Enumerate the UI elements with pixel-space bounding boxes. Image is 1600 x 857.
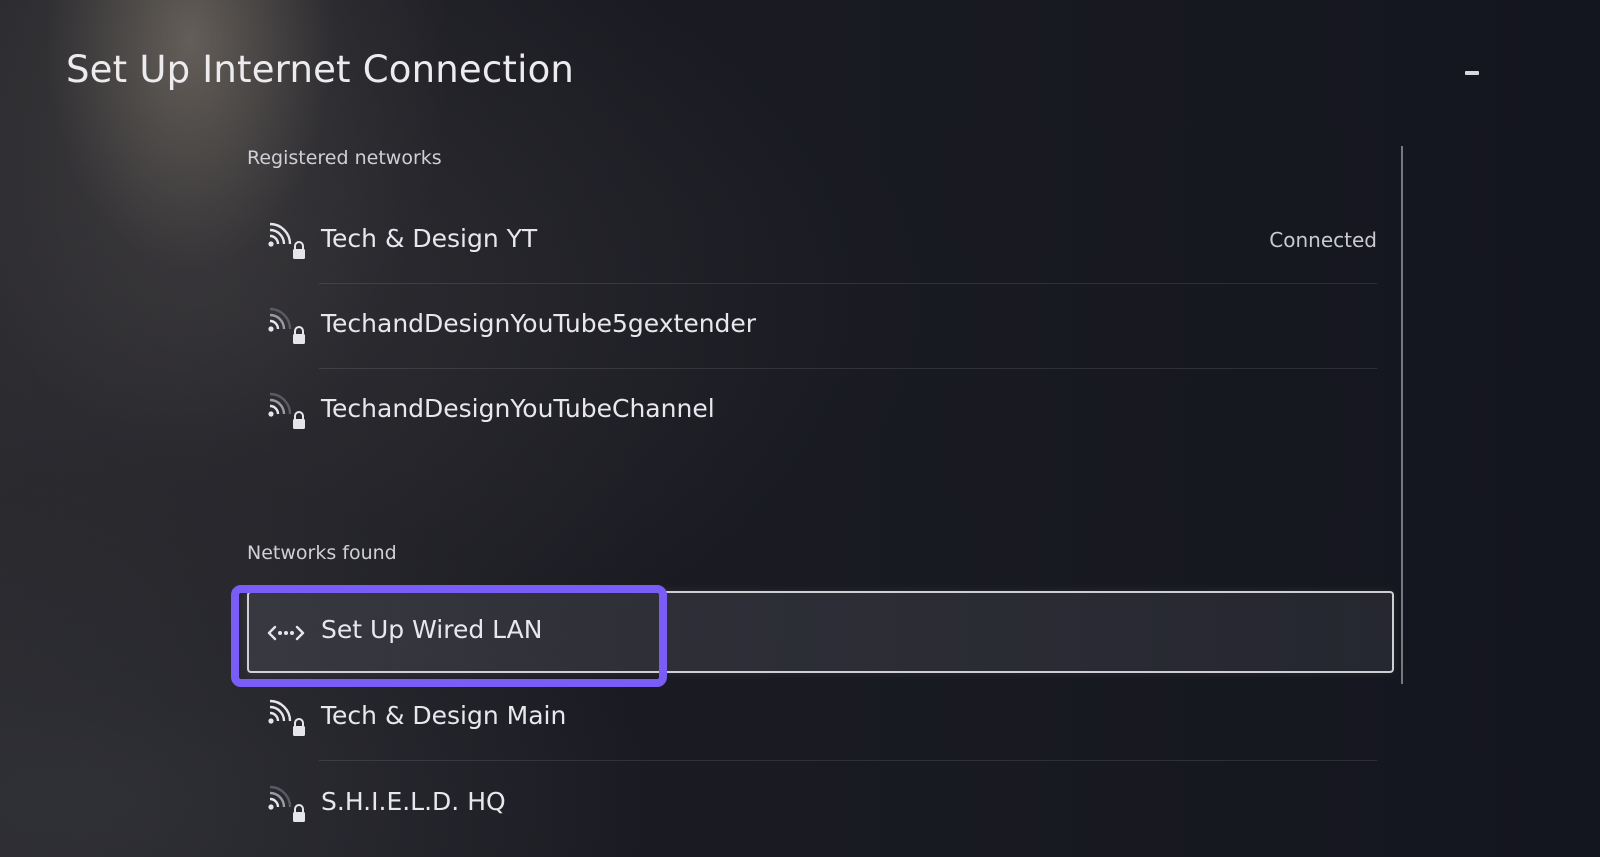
wifi-locked-icon <box>267 785 305 825</box>
network-item-registered-1[interactable]: Tech & Design YT Connected <box>247 200 1377 284</box>
network-item-registered-2[interactable]: TechandDesignYouTube5gextender <box>247 285 1377 369</box>
wifi-locked-icon <box>267 392 305 432</box>
wifi-locked-icon <box>267 307 305 347</box>
screen: Set Up Internet Connection Registered ne… <box>0 0 1600 857</box>
registered-networks-heading: Registered networks <box>247 147 442 169</box>
wifi-locked-icon <box>267 222 305 262</box>
network-name: TechandDesignYouTube5gextender <box>321 309 757 338</box>
row-divider <box>319 283 1377 284</box>
network-item-registered-3[interactable]: TechandDesignYouTubeChannel <box>247 370 1377 454</box>
network-item-found-2[interactable]: S.H.I.E.L.D. HQ <box>247 763 1377 847</box>
set-up-wired-lan-button[interactable]: Set Up Wired LAN <box>247 591 1394 673</box>
network-item-found-1[interactable]: Tech & Design Main <box>247 677 1377 761</box>
wired-lan-icon <box>267 613 305 653</box>
network-name: S.H.I.E.L.D. HQ <box>321 787 506 816</box>
wifi-locked-icon <box>267 699 305 739</box>
connection-status: Connected <box>1269 228 1377 252</box>
network-name: Tech & Design Main <box>321 701 567 730</box>
menu-indicator-icon <box>1465 71 1479 75</box>
row-divider <box>319 368 1377 369</box>
scrollbar[interactable] <box>1401 146 1403 684</box>
network-name: TechandDesignYouTubeChannel <box>321 394 715 423</box>
networks-found-heading: Networks found <box>247 542 397 564</box>
row-divider <box>319 760 1377 761</box>
page-title: Set Up Internet Connection <box>66 48 575 91</box>
wired-lan-label: Set Up Wired LAN <box>321 615 543 644</box>
network-name: Tech & Design YT <box>321 224 538 253</box>
